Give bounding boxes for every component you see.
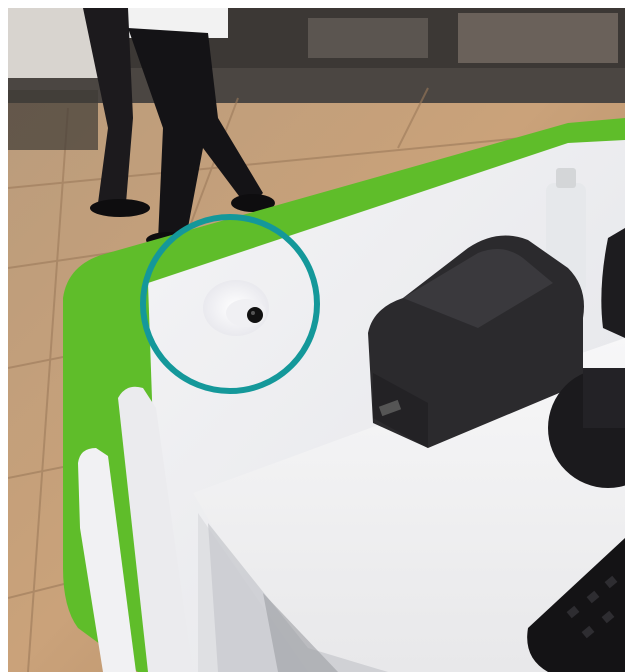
photo xyxy=(8,8,625,672)
camera xyxy=(203,280,269,336)
